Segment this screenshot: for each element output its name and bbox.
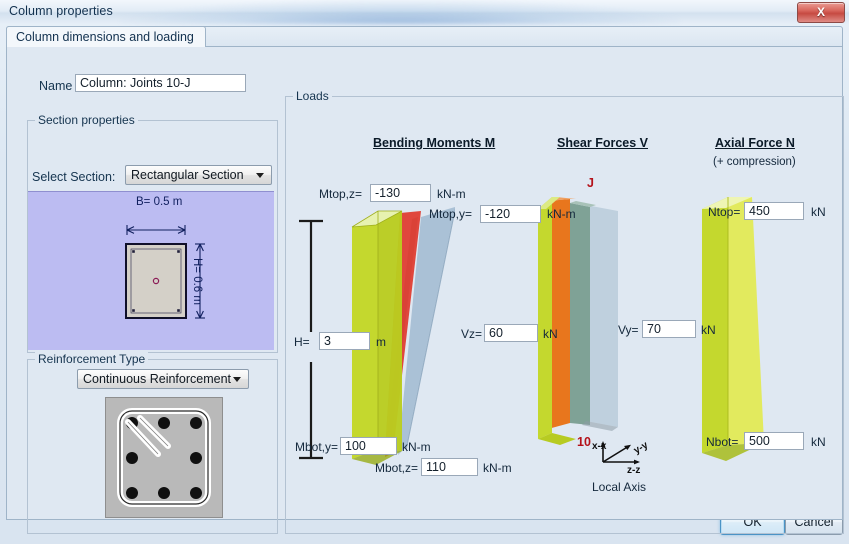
- window-client-area: Column dimensions and loading Name Secti…: [0, 24, 849, 544]
- mtop-y-label: Mtop,y=: [429, 207, 473, 221]
- tab-column-dimensions-and-loading[interactable]: Column dimensions and loading: [6, 26, 206, 47]
- chevron-down-icon: [256, 173, 264, 178]
- reinforcement-preview-canvas: [105, 397, 223, 518]
- tab-page-column-dimensions-and-loading: Name Section properties Select Section: …: [6, 46, 844, 534]
- nbot-label: Nbot=: [706, 435, 739, 449]
- mtop-z-label: Mtop,z=: [319, 187, 363, 201]
- local-axis-x-label: x-x: [592, 441, 607, 452]
- window-titlebar[interactable]: Column properties X: [0, 0, 849, 24]
- joint-marker-top: J: [587, 176, 594, 190]
- mbot-z-input[interactable]: [421, 458, 478, 476]
- section-height-label: H= 0.6 m: [191, 258, 203, 305]
- axial-force-header: Axial Force N: [715, 136, 795, 150]
- reinforcement-type-group-label: Reinforcement Type: [35, 352, 149, 366]
- column-height-input[interactable]: [319, 332, 370, 350]
- mbot-y-label: Mbot,y=: [295, 440, 339, 454]
- shear-force-3d-diagram: [538, 197, 618, 445]
- reinforcement-type-combobox[interactable]: Continuous Reinforcement: [77, 369, 249, 389]
- joint-marker-bottom: 10: [577, 435, 591, 449]
- close-glyph: X: [816, 5, 825, 19]
- column-height-label: H=: [294, 335, 310, 349]
- mbot-y-input[interactable]: [340, 437, 397, 455]
- reinforcement-preview-svg: [117, 408, 211, 507]
- select-section-label: Select Section:: [32, 170, 116, 184]
- name-label: Name: [39, 79, 73, 93]
- shear-forces-header: Shear Forces V: [557, 136, 649, 150]
- nbot-input[interactable]: [744, 432, 804, 450]
- chevron-down-icon: [233, 377, 241, 382]
- ntop-input[interactable]: [744, 202, 804, 220]
- window-title: Column properties: [9, 4, 113, 18]
- section-properties-group-label: Section properties: [35, 113, 138, 127]
- mtop-z-input[interactable]: [370, 184, 431, 202]
- select-section-value: Rectangular Section: [131, 168, 244, 182]
- section-width-label: B= 0.5 m: [136, 196, 183, 208]
- mtop-y-input[interactable]: [480, 205, 541, 223]
- local-axis-z-label: z-z: [627, 465, 641, 476]
- nbot-unit: kN: [811, 435, 826, 449]
- section-preview-canvas: B= 0.5 m H= 0.6 m: [28, 191, 274, 350]
- close-icon[interactable]: X: [797, 2, 845, 23]
- reinforcement-type-value: Continuous Reinforcement: [83, 372, 231, 386]
- mbot-z-unit: kN-m: [483, 461, 512, 475]
- column-height-unit: m: [376, 335, 386, 349]
- vz-input[interactable]: [484, 324, 538, 342]
- mtop-z-unit: kN-m: [437, 187, 466, 201]
- column-properties-window: Column properties X Column dimensions an…: [0, 0, 849, 544]
- loads-group-label: Loads: [293, 89, 332, 103]
- name-input[interactable]: [75, 74, 246, 92]
- vy-unit: kN: [701, 323, 716, 337]
- ntop-label: Ntop=: [708, 205, 741, 219]
- mbot-z-label: Mbot,z=: [375, 461, 419, 475]
- select-section-combobox[interactable]: Rectangular Section: [125, 165, 272, 185]
- tabstrip: Column dimensions and loading: [6, 26, 843, 47]
- vz-label: Vz=: [461, 327, 483, 341]
- local-axis-caption: Local Axis: [592, 480, 647, 494]
- vz-unit: kN: [543, 327, 558, 341]
- section-preview-svg: [125, 225, 205, 319]
- mtop-y-unit: kN-m: [547, 207, 576, 221]
- mbot-y-unit: kN-m: [402, 440, 431, 454]
- ntop-unit: kN: [811, 205, 826, 219]
- vy-input[interactable]: [642, 320, 696, 338]
- titlebar-glow: [120, 0, 680, 24]
- bending-moments-header: Bending Moments M: [373, 136, 496, 150]
- vy-label: Vy=: [618, 323, 639, 337]
